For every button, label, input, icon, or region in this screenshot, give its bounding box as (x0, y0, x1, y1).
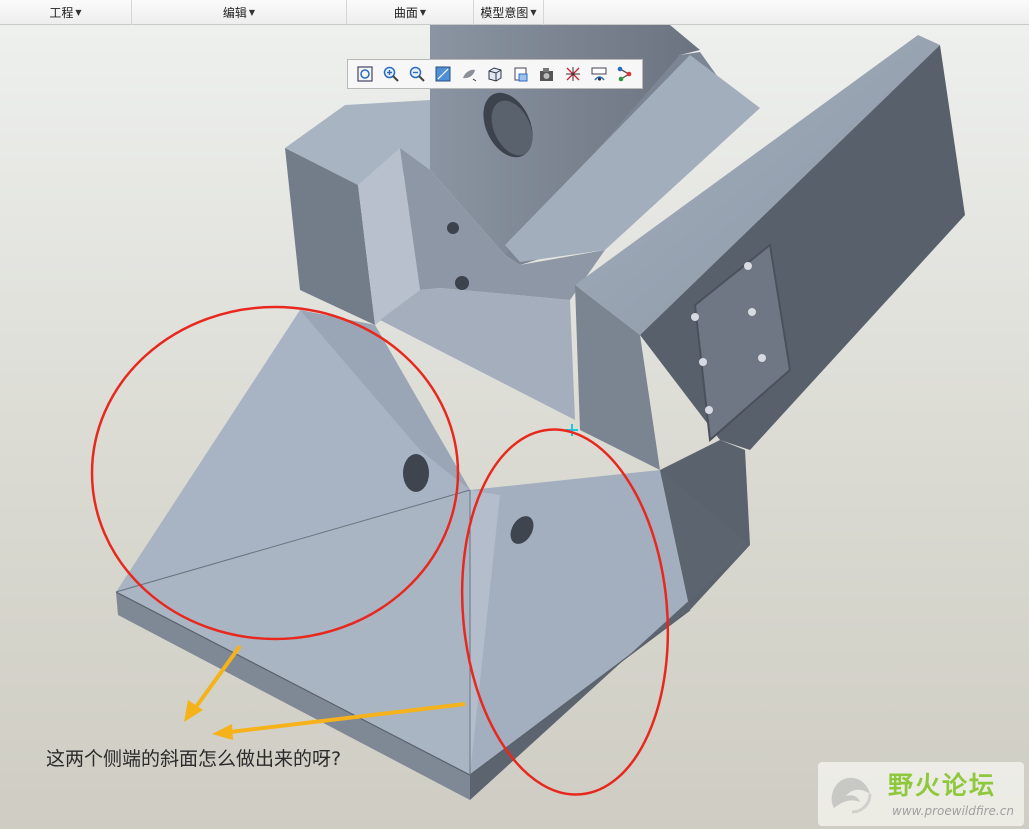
annotation-arrow-head (212, 724, 233, 740)
menu-model-intent-label: 模型意图 (480, 6, 529, 20)
view-toolbar (347, 59, 643, 89)
menu-engineering[interactable]: 工程 ▼ (0, 0, 132, 25)
chevron-down-icon: ▼ (530, 8, 537, 17)
annotation-icon[interactable] (614, 63, 636, 85)
display-style-icon[interactable] (458, 63, 480, 85)
model-hole (744, 262, 752, 270)
menu-model-intent[interactable]: 模型意图 ▼ (474, 0, 544, 25)
saved-views-icon[interactable] (510, 63, 532, 85)
chevron-down-icon: ▼ (248, 8, 256, 17)
model-hole (455, 276, 469, 290)
model-hole (403, 454, 429, 492)
model-slope-right (470, 470, 690, 775)
shading-icon[interactable] (484, 63, 506, 85)
zoom-out-icon[interactable] (406, 63, 428, 85)
model-hole (447, 222, 459, 234)
model-hole (699, 358, 707, 366)
zoom-in-icon[interactable] (380, 63, 402, 85)
menu-edit-label: 编辑 (222, 6, 247, 20)
graphics-viewport[interactable]: 这两个侧端的斜面怎么做出来的呀? 野火论坛 www.proewildfire.c… (0, 25, 1029, 829)
model-hole (748, 308, 756, 316)
annotation-question-text: 这两个侧端的斜面怎么做出来的呀? (46, 748, 342, 770)
layers-icon[interactable] (536, 63, 558, 85)
watermark-title: 野火论坛 (888, 771, 997, 800)
model-hole (705, 406, 713, 414)
3d-model-view[interactable] (0, 25, 1029, 829)
reorient-icon[interactable] (432, 63, 454, 85)
forum-logo-icon (831, 777, 872, 814)
menu-bar: 工程 ▼ 编辑 ▼ 曲面 ▼ 模型意图 ▼ (0, 0, 1029, 25)
refit-icon[interactable] (354, 63, 376, 85)
datum-display-icon[interactable] (562, 63, 584, 85)
model-hole (691, 313, 699, 321)
forum-watermark: 野火论坛 www.proewildfire.cn (818, 762, 1024, 826)
menu-surface[interactable]: 曲面 ▼ (347, 0, 474, 25)
menu-surface-label: 曲面 (393, 6, 418, 20)
chevron-down-icon: ▼ (75, 8, 82, 17)
menu-engineering-label: 工程 (49, 6, 74, 20)
model-hole (758, 354, 766, 362)
menu-bar-filler (544, 0, 1029, 24)
menu-edit[interactable]: 编辑 ▼ (132, 0, 347, 25)
watermark-url: www.proewildfire.cn (892, 804, 1014, 818)
appearance-icon[interactable] (588, 63, 610, 85)
chevron-down-icon: ▼ (419, 8, 427, 17)
